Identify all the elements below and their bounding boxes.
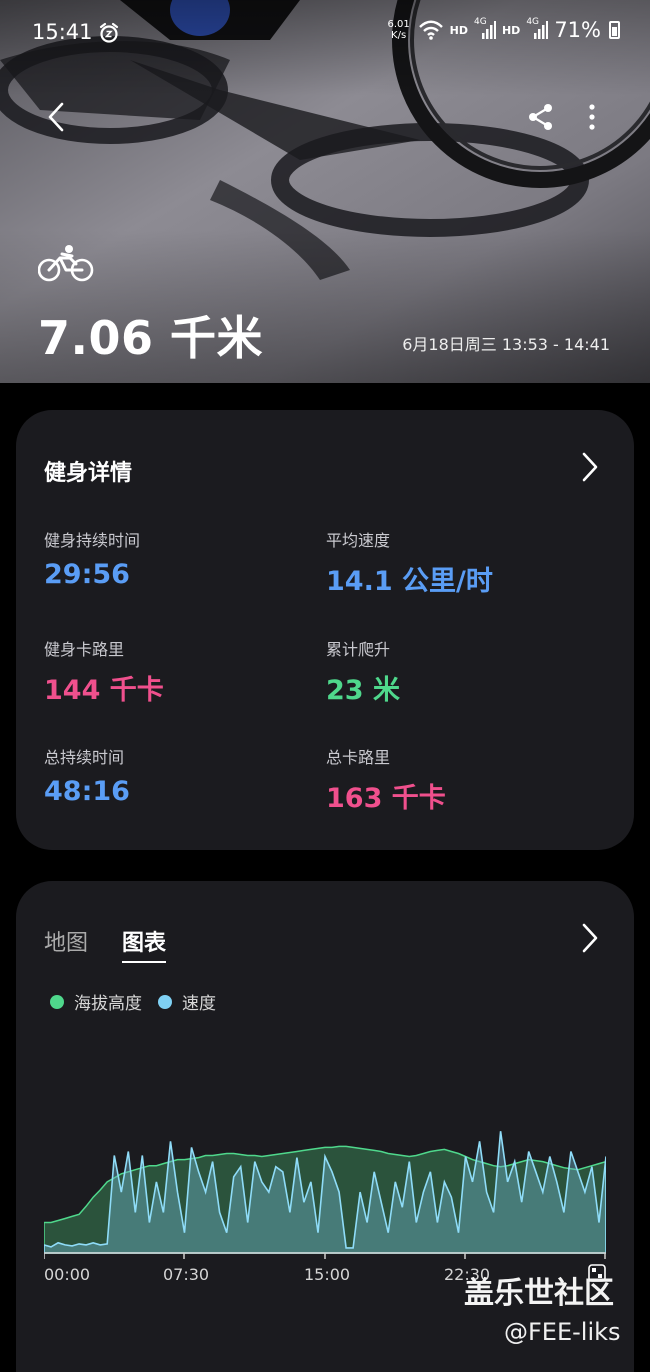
x-axis-ticks <box>44 1253 606 1259</box>
details-title: 健身详情 <box>44 461 133 486</box>
legend-dot <box>158 994 172 1009</box>
workout-datetime: 6月18日周三 13:53 - 14:41 <box>402 335 610 354</box>
metric-label: 健身持续时间 <box>44 531 141 550</box>
metric-value: 144 千卡 <box>44 675 164 706</box>
metric-elevation-gain: 累计爬升 23 米 <box>326 636 400 707</box>
legend-label: 速度 <box>182 994 216 1014</box>
net-speed: 6.01 K/s <box>386 19 412 41</box>
legend-item-speed: 速度 <box>158 989 216 1014</box>
metric-value: 163 千卡 <box>326 783 446 814</box>
battery-percent: 71% <box>554 18 601 42</box>
x-tick-label: 15:00 <box>304 1265 351 1284</box>
alarm-icon <box>99 22 119 43</box>
hd-badge-2: HD <box>501 23 521 37</box>
metric-value: 14.1 公里/时 <box>326 566 493 597</box>
metric-total-calories: 总卡路里 163 千卡 <box>326 744 446 815</box>
watermark-text: 盖乐世社区 <box>464 1276 614 1311</box>
legend-label: 海拔高度 <box>74 994 142 1014</box>
status-bar: 15:41 6.01 K/s HD 4G HD 4G 71% <box>0 17 650 48</box>
x-tick-label: 00:00 <box>44 1265 91 1284</box>
metric-label: 总卡路里 <box>326 748 391 767</box>
battery-icon <box>609 21 620 39</box>
metric-label: 总持续时间 <box>44 748 125 767</box>
metric-value: 48:16 <box>44 776 130 807</box>
elevation-speed-chart <box>44 1131 606 1259</box>
workout-details-card[interactable]: 健身详情 健身持续时间 29:56 平均速度 14.1 公里/时 健身卡路里 1… <box>16 410 634 850</box>
hero-header: 15:41 6.01 K/s HD 4G HD 4G 71% 7.06 千米 6… <box>0 0 650 383</box>
metric-value: 23 米 <box>326 675 400 706</box>
metric-label: 健身卡路里 <box>44 640 125 659</box>
metric-label: 平均速度 <box>326 531 391 550</box>
tab-chart[interactable]: 图表 <box>122 925 167 963</box>
x-tick-label: 07:30 <box>163 1265 210 1284</box>
chevron-right-icon[interactable] <box>578 450 602 484</box>
more-options-icon[interactable] <box>580 102 604 132</box>
network-type-2: 4G <box>526 17 540 27</box>
share-icon[interactable] <box>526 102 556 132</box>
network-type-1: 4G <box>473 17 487 27</box>
tab-map[interactable]: 地图 <box>44 925 88 963</box>
metric-value: 29:56 <box>44 559 130 590</box>
metric-workout-calories: 健身卡路里 144 千卡 <box>44 636 164 707</box>
chart-tabs: 地图 图表 <box>44 925 167 963</box>
watermark-handle: @FEE-liks <box>504 1318 621 1346</box>
metric-total-duration: 总持续时间 48:16 <box>44 744 130 807</box>
cycling-icon <box>38 245 94 282</box>
chart-legend: 海拔高度 速度 <box>50 989 216 1014</box>
signal-2: 4G <box>526 17 549 41</box>
back-icon[interactable] <box>40 100 74 134</box>
metric-workout-duration: 健身持续时间 29:56 <box>44 527 140 590</box>
legend-item-elevation: 海拔高度 <box>50 989 142 1014</box>
status-icons: 6.01 K/s HD 4G HD 4G 71% <box>386 17 620 42</box>
status-time: 15:41 <box>32 20 93 44</box>
metric-avg-speed: 平均速度 14.1 公里/时 <box>326 527 493 598</box>
net-speed-value: 6.01 <box>387 19 410 30</box>
signal-1: 4G <box>473 17 496 41</box>
distance-value: 7.06 千米 <box>38 311 264 365</box>
net-speed-unit: K/s <box>391 30 407 41</box>
hd-badge-1: HD <box>449 23 468 37</box>
legend-dot <box>50 994 64 1009</box>
wifi-icon <box>418 20 443 40</box>
metric-label: 累计爬升 <box>326 640 391 659</box>
chevron-right-icon[interactable] <box>578 921 602 955</box>
